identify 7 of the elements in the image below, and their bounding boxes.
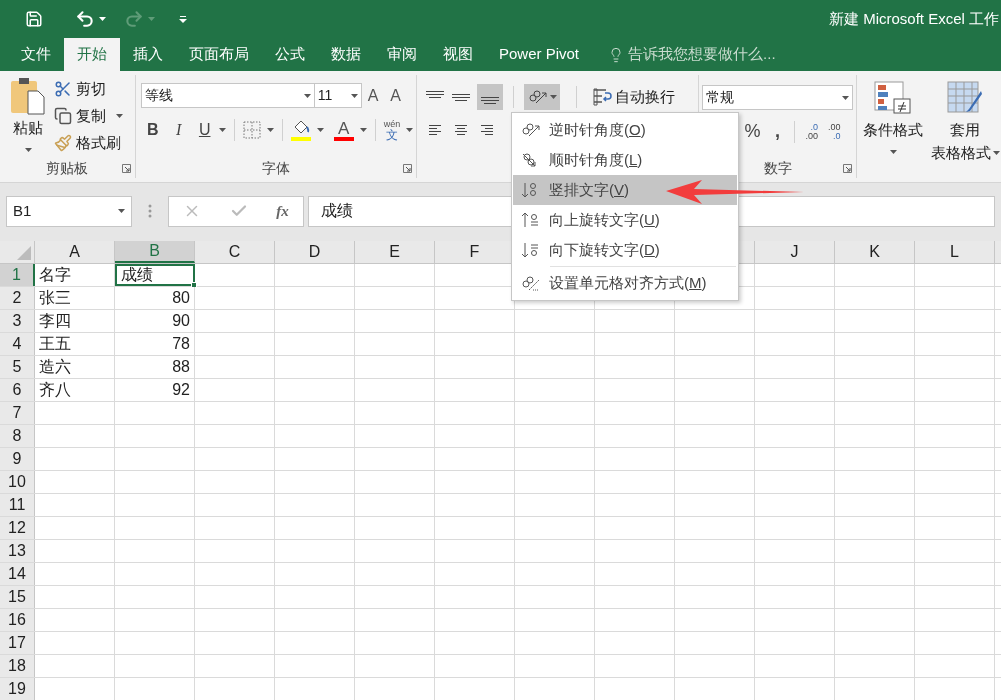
group-label: 数字 <box>763 158 792 178</box>
tell-me-placeholder: 告诉我您想要做什么... <box>628 44 776 65</box>
phonetic-character: 文 <box>385 130 398 141</box>
window-title: 新建 Microsoft Excel 工作 <box>827 8 1000 29</box>
group-label: 剪贴板 <box>46 158 89 178</box>
group-label: 字体 <box>261 158 290 178</box>
phonetic-pinyin: wén <box>383 119 401 129</box>
